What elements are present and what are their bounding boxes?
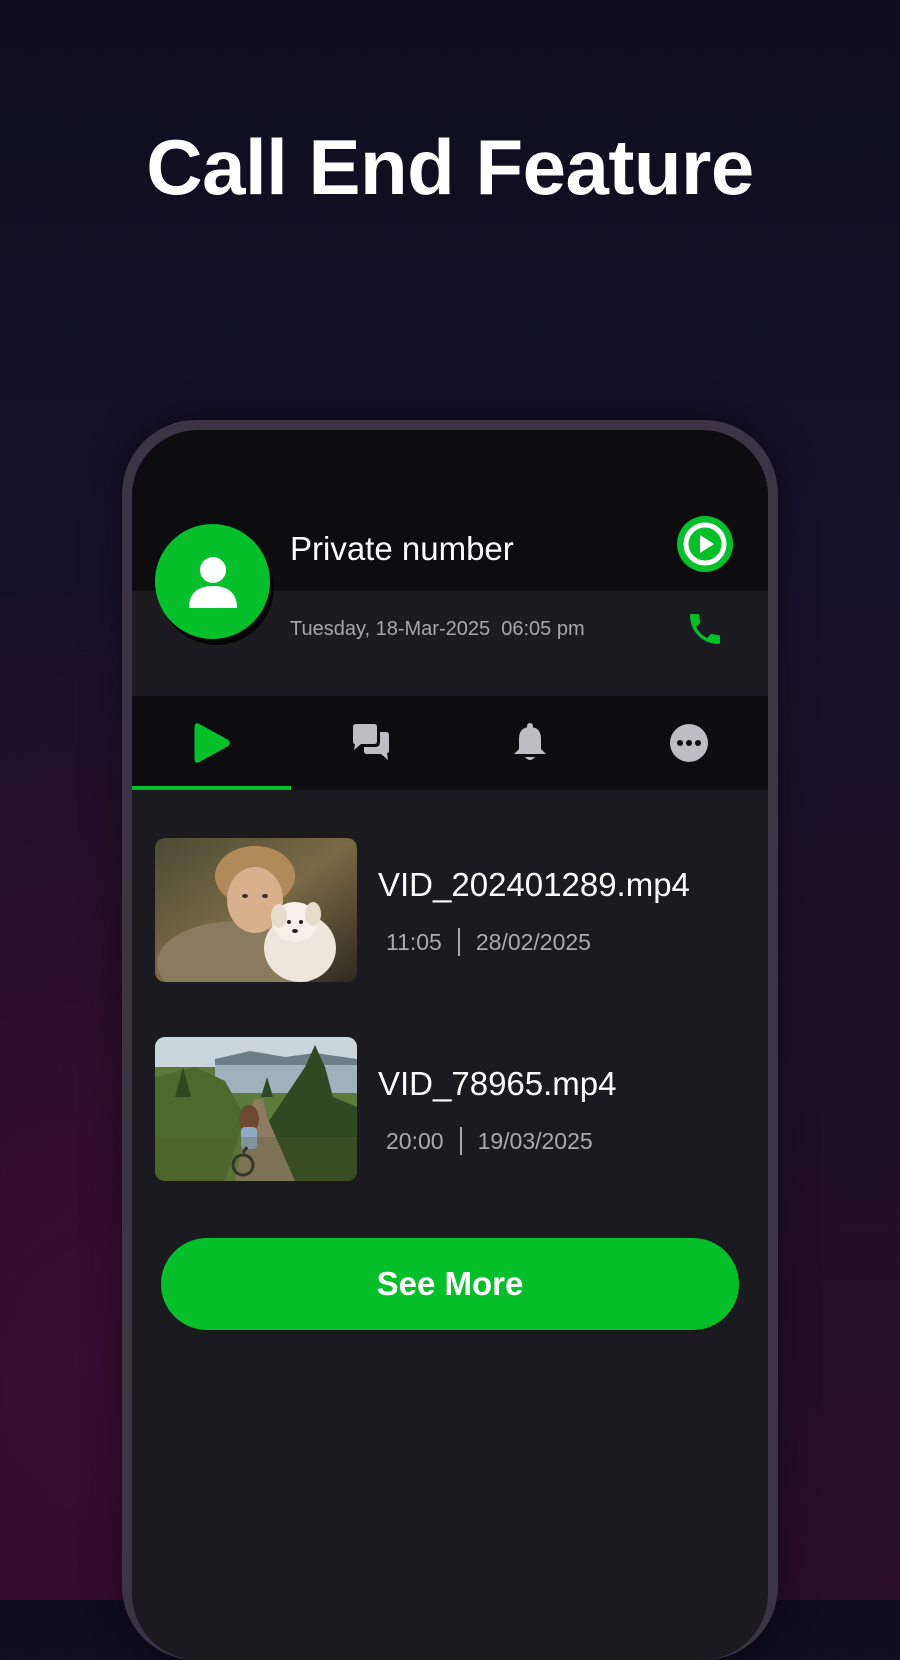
phone-icon — [690, 614, 720, 644]
video-title: VID_202401289.mp4 — [378, 866, 690, 903]
chat-icon — [352, 724, 389, 760]
video-meta: 20:00 19/03/2025 — [386, 1127, 593, 1155]
bell-icon — [513, 723, 546, 760]
tab-notifications[interactable] — [450, 696, 609, 790]
tab-bar — [132, 696, 768, 790]
phone-screen: Private number Tuesday, 18-Mar-2025 06:0… — [132, 430, 768, 1660]
active-tab-indicator — [132, 786, 291, 790]
call-datetime: Tuesday, 18-Mar-2025 06:05 pm — [290, 618, 585, 641]
page-headline: Call End Feature — [146, 123, 754, 211]
video-duration: 11:05 — [386, 928, 442, 955]
person-icon — [188, 556, 237, 608]
play-icon — [194, 723, 230, 763]
video-date: 19/03/2025 — [477, 1127, 593, 1154]
more-icon — [669, 724, 708, 762]
call-time: 06:05 pm — [501, 618, 585, 640]
meta-divider — [459, 1127, 462, 1155]
caller-name: Private number — [290, 530, 514, 567]
see-more-button[interactable]: See More — [161, 1238, 739, 1330]
play-circle-icon — [677, 516, 733, 572]
video-list-item[interactable]: VID_78965.mp4 20:00 19/03/2025 — [155, 1037, 745, 1181]
video-title: VID_78965.mp4 — [378, 1065, 617, 1102]
video-thumbnail — [155, 1037, 357, 1181]
tab-messages[interactable] — [291, 696, 450, 790]
call-back-button[interactable] — [682, 606, 728, 652]
video-meta: 11:05 28/02/2025 — [386, 928, 591, 956]
tab-more[interactable] — [609, 696, 768, 790]
meta-divider — [457, 928, 460, 956]
video-duration: 20:00 — [386, 1127, 444, 1154]
video-list-item[interactable]: VID_202401289.mp4 11:05 28/02/2025 — [155, 838, 745, 982]
tab-videos[interactable] — [132, 696, 291, 790]
video-date: 28/02/2025 — [475, 928, 591, 955]
video-thumbnail — [155, 838, 357, 982]
play-circle-button[interactable] — [677, 516, 733, 572]
phone-frame: Private number Tuesday, 18-Mar-2025 06:0… — [122, 420, 778, 1660]
caller-avatar — [155, 524, 270, 639]
call-date: Tuesday, 18-Mar-2025 — [290, 618, 491, 640]
